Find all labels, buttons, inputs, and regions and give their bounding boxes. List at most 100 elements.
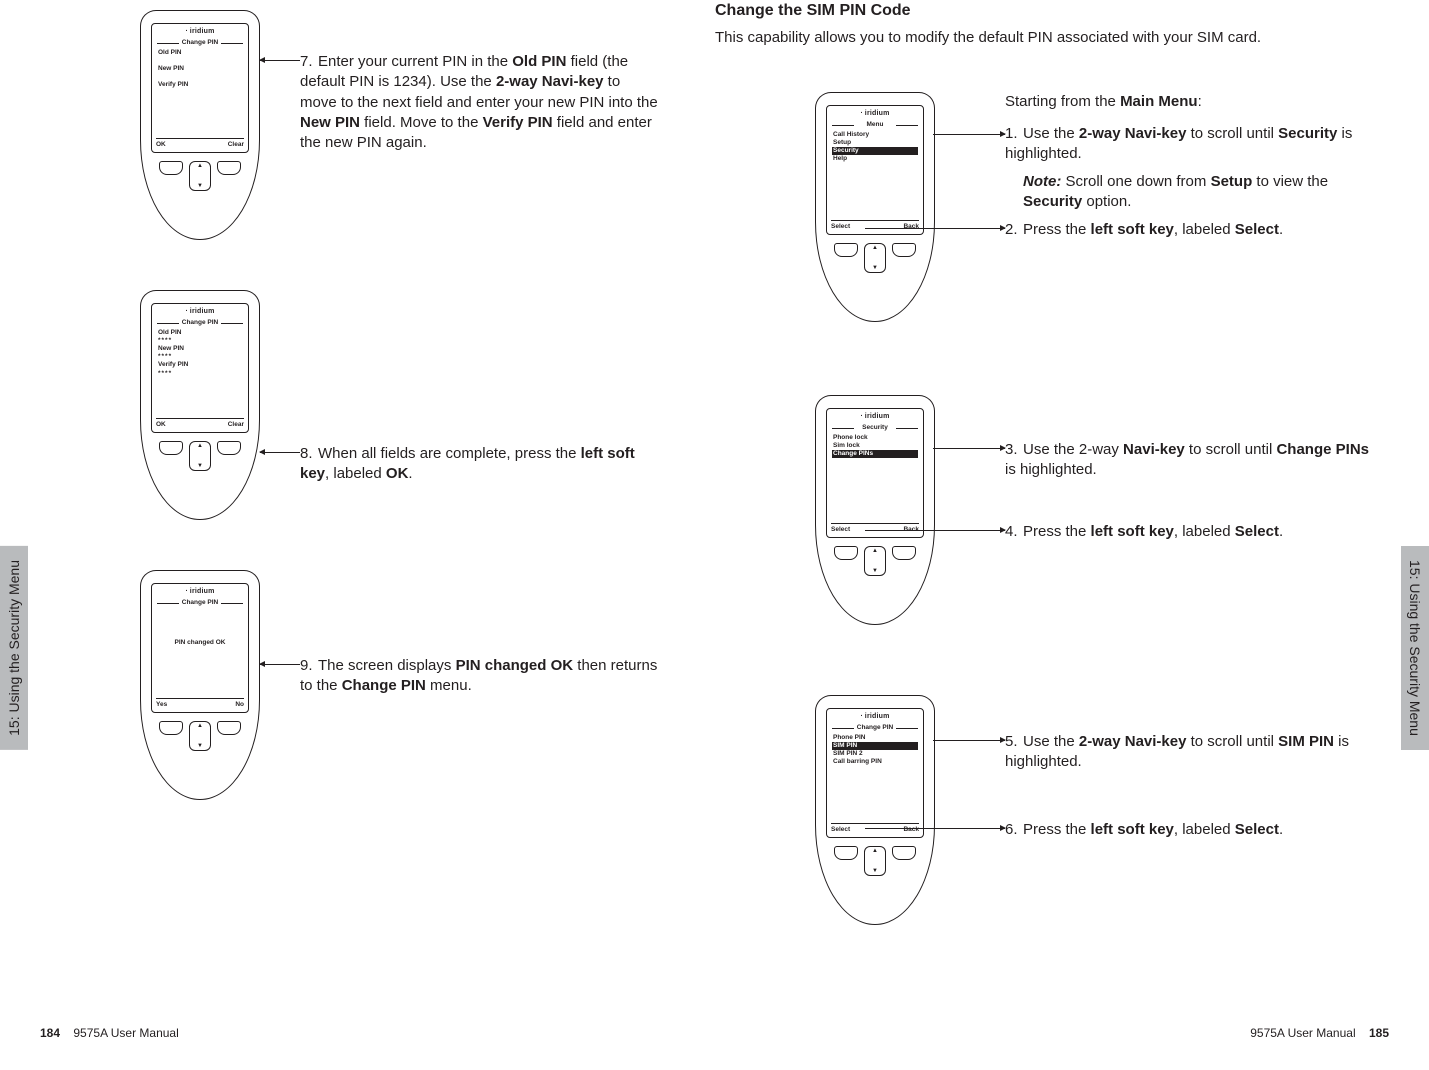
- list-item: New PIN: [157, 345, 243, 353]
- phone-mock-step8: iridium Change PIN Old PIN **** New PIN …: [140, 290, 260, 520]
- step-3: 3.Use the 2-way Navi-key to scroll until…: [1005, 440, 1375, 481]
- footer-left: 184 9575A User Manual: [40, 1026, 179, 1040]
- list-item-selected: Security: [832, 147, 918, 155]
- list-item: Old PIN: [157, 329, 243, 337]
- step-1: 1.Use the 2-way Navi-key to scroll until…: [1005, 124, 1375, 165]
- section-heading: Change the SIM PIN Code: [715, 0, 1355, 22]
- navi-key[interactable]: [189, 441, 211, 471]
- menu-list: Old PIN New PIN Verify PIN: [157, 49, 243, 89]
- masked-value: ****: [157, 337, 243, 345]
- list-item: SIM PIN 2: [832, 750, 918, 758]
- starting-from: Starting from the Main Menu:: [1005, 92, 1365, 112]
- menu-list: Old PIN **** New PIN **** Verify PIN ***…: [157, 329, 243, 378]
- callout-line: [260, 60, 300, 61]
- navi-key[interactable]: [864, 243, 886, 273]
- brand-label: iridium: [832, 413, 918, 422]
- step-8: 8.When all fields are complete, press th…: [300, 444, 660, 485]
- navi-key[interactable]: [864, 846, 886, 876]
- softkey-left-label: Select: [831, 223, 850, 231]
- softkey-right-label: Clear: [228, 421, 244, 429]
- right-soft-key[interactable]: [892, 846, 916, 860]
- screen-title: Change PIN: [157, 319, 243, 327]
- right-soft-key[interactable]: [217, 161, 241, 175]
- menu-list: Call History Setup Security Help: [832, 131, 918, 164]
- phone-mock-step3: iridium Security Phone lock Sim lock Cha…: [815, 395, 935, 625]
- section-tab-right: 15: Using the Security Menu: [1401, 546, 1429, 750]
- left-soft-key[interactable]: [834, 243, 858, 257]
- screen-title: Change PIN: [832, 724, 918, 732]
- section-heading-block: Change the SIM PIN Code This capability …: [715, 0, 1355, 48]
- left-soft-key[interactable]: [834, 546, 858, 560]
- callout-line: [933, 448, 1005, 449]
- callout-line: [865, 228, 1005, 229]
- footer-right: 9575A User Manual 185: [1250, 1026, 1389, 1040]
- brand-label: iridium: [832, 713, 918, 722]
- softkey-left-label: Select: [831, 526, 850, 534]
- screen-title: Security: [832, 424, 918, 432]
- right-soft-key[interactable]: [892, 546, 916, 560]
- section-tab-left: 15: Using the Security Menu: [0, 546, 28, 750]
- step-2: 2.Press the left soft key, labeled Selec…: [1005, 220, 1375, 240]
- navi-key[interactable]: [189, 721, 211, 751]
- note-1: Note: Scroll one down from Setup to view…: [1023, 172, 1375, 213]
- phone-mock-step1: iridium Menu Call History Setup Security…: [815, 92, 935, 322]
- list-item: Sim lock: [832, 442, 918, 450]
- left-soft-key[interactable]: [159, 721, 183, 735]
- list-item: Phone lock: [832, 434, 918, 442]
- brand-label: iridium: [157, 28, 243, 37]
- step-9: 9.The screen displays PIN changed OK the…: [300, 656, 660, 697]
- softkey-right-label: Clear: [228, 141, 244, 149]
- step-5: 5.Use the 2-way Navi-key to scroll until…: [1005, 732, 1375, 773]
- navi-key[interactable]: [189, 161, 211, 191]
- list-item-selected: Change PINs: [832, 450, 918, 458]
- list-item: New PIN: [157, 65, 243, 73]
- section-intro: This capability allows you to modify the…: [715, 28, 1355, 48]
- masked-value: ****: [157, 370, 243, 378]
- softkey-left-label: OK: [156, 141, 166, 149]
- softkey-left-label: Yes: [156, 701, 167, 709]
- status-message: PIN changed OK: [157, 639, 243, 647]
- callout-line: [933, 134, 1005, 135]
- menu-list: Phone lock Sim lock Change PINs: [832, 434, 918, 458]
- brand-label: iridium: [157, 308, 243, 317]
- phone-mock-step9: iridium Change PIN PIN changed OK Yes No: [140, 570, 260, 800]
- list-item: Setup: [832, 139, 918, 147]
- right-soft-key[interactable]: [892, 243, 916, 257]
- callout-line: [933, 740, 1005, 741]
- callout-line: [865, 828, 1005, 829]
- step-4: 4.Press the left soft key, labeled Selec…: [1005, 522, 1375, 542]
- phone-mock-step7: iridium Change PIN Old PIN New PIN Verif…: [140, 10, 260, 240]
- softkey-left-label: OK: [156, 421, 166, 429]
- brand-label: iridium: [832, 110, 918, 119]
- page-185: 15: Using the Security Menu Change the S…: [715, 0, 1429, 1070]
- left-soft-key[interactable]: [159, 441, 183, 455]
- list-item: Verify PIN: [157, 361, 243, 369]
- callout-line: [260, 664, 300, 665]
- softkey-right-label: No: [235, 701, 244, 709]
- left-soft-key[interactable]: [834, 846, 858, 860]
- softkey-left-label: Select: [831, 826, 850, 834]
- softkey-right-label: Back: [903, 223, 919, 231]
- screen-title: Menu: [832, 121, 918, 129]
- step-7: 7.Enter your current PIN in the Old PIN …: [300, 52, 660, 153]
- right-soft-key[interactable]: [217, 441, 241, 455]
- screen-title: Change PIN: [157, 39, 243, 47]
- list-item: Help: [832, 155, 918, 163]
- menu-list: Phone PIN SIM PIN SIM PIN 2 Call barring…: [832, 734, 918, 767]
- screen-title: Change PIN: [157, 599, 243, 607]
- list-item: Old PIN: [157, 49, 243, 57]
- list-item: Verify PIN: [157, 81, 243, 89]
- list-item: Call barring PIN: [832, 758, 918, 766]
- callout-line: [865, 530, 1005, 531]
- page-184: 15: Using the Security Menu iridium Chan…: [0, 0, 714, 1070]
- brand-label: iridium: [157, 588, 243, 597]
- callout-line: [260, 452, 300, 453]
- right-soft-key[interactable]: [217, 721, 241, 735]
- phone-mock-step5: iridium Change PIN Phone PIN SIM PIN SIM…: [815, 695, 935, 925]
- list-item: Phone PIN: [832, 734, 918, 742]
- left-soft-key[interactable]: [159, 161, 183, 175]
- masked-value: ****: [157, 353, 243, 361]
- list-item: Call History: [832, 131, 918, 139]
- navi-key[interactable]: [864, 546, 886, 576]
- list-item-selected: SIM PIN: [832, 742, 918, 750]
